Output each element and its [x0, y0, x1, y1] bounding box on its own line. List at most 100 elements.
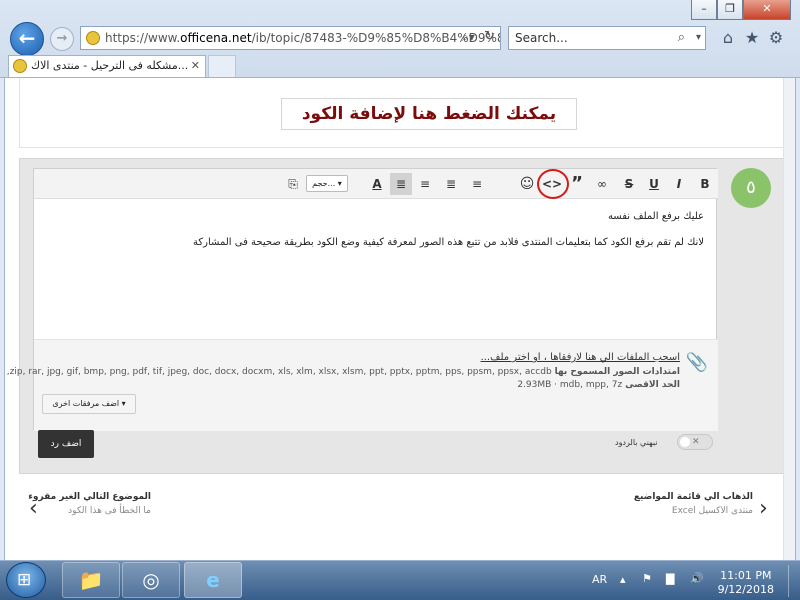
drag-label: اسحب الملفات الي هنا لارفقاها ، او — [529, 352, 680, 363]
ie-icon: e — [206, 568, 220, 592]
chevron-right-icon[interactable]: › — [759, 496, 768, 521]
align-center-icon: ≡ — [419, 177, 431, 191]
notify-replies-label: نبهني بالردود — [615, 438, 658, 447]
reply-editor: B I U S ∞ ” <> ☺ ≡ ≣ ≡ ≣ A حجم... ▾ ⎘ عل… — [7, 168, 718, 431]
search-icon[interactable]: ⌕ — [678, 27, 685, 49]
notify-toggle[interactable]: ✕ — [677, 434, 713, 450]
more-attachments-button[interactable]: اضف مرفقات اخرى ▾ — [42, 394, 136, 414]
show-desktop-button[interactable] — [788, 565, 800, 597]
allowed-types-2: mdb, mpp, 7z — [559, 380, 623, 390]
smiley-icon: ☺ — [519, 176, 535, 192]
clock[interactable]: 11:01 PM 9/12/2018 — [718, 569, 774, 597]
back-to-topics-link[interactable]: الذهاب الي قائمة المواضيع منتدى الاكسيل … — [634, 492, 753, 516]
link-icon: ∞ — [597, 177, 607, 191]
forward-button[interactable]: → — [50, 27, 74, 51]
show-hidden-icons[interactable]: ▴ — [620, 573, 626, 586]
allowed-label: امتدادات الصور المسموح بها — [554, 367, 680, 377]
font-size-select[interactable]: حجم... ▾ — [306, 175, 348, 192]
quote-button[interactable]: ” — [566, 173, 588, 195]
font-size-label: حجم... — [312, 179, 336, 188]
search-input[interactable]: Search... ⌕ ▾ — [508, 26, 706, 50]
chrome-icon: ◎ — [142, 568, 160, 592]
new-tab-button[interactable] — [208, 55, 236, 77]
taskbar-explorer[interactable]: 📁 — [62, 562, 120, 598]
align-left-icon: ≣ — [445, 177, 457, 191]
attach-drag-text: اسحب الملفات الي هنا لارفقاها ، او اختر … — [481, 352, 680, 363]
max-value: 2.93MB — [517, 380, 552, 390]
close-button[interactable]: ✕ — [743, 0, 791, 20]
tab-title: مشكله فى الترحيل - منتدى الاك... — [31, 59, 189, 72]
underline-button[interactable]: U — [643, 173, 665, 195]
max-label: الحد الاقصى — [625, 380, 680, 390]
source-icon: ⎘ — [288, 177, 298, 191]
link-button[interactable]: ∞ — [591, 173, 613, 195]
chevron-down-icon[interactable]: ▾ — [696, 27, 701, 49]
editor-toolbar: B I U S ∞ ” <> ☺ ≡ ≣ ≡ ≣ A حجم... ▾ ⎘ — [34, 169, 718, 199]
network-icon[interactable]: ▇ — [666, 572, 674, 585]
clock-time: 11:01 PM — [720, 569, 772, 582]
more-attachments-label: اضف مرفقات اخرى — [52, 399, 120, 408]
paperclip-icon: 📎 — [685, 352, 708, 373]
refresh-icon[interactable]: ↻ — [484, 29, 495, 44]
next-unread-subtitle: ما الخطأ فى هذا الكود — [68, 506, 151, 516]
source-button[interactable]: ⎘ — [282, 173, 304, 195]
address-bar[interactable]: https://www.officena.net/ib/topic/87483-… — [80, 26, 501, 50]
favorites-star-icon[interactable]: ★ — [742, 28, 762, 48]
search-dropdown-icon[interactable]: ⌕▾ — [462, 30, 475, 45]
submit-reply-button[interactable]: اضف رد — [38, 430, 94, 458]
next-unread-title: الموضوع التالي الغير مقروء — [28, 492, 151, 502]
align-center-button[interactable]: ≡ — [414, 173, 436, 195]
max-size: الحد الاقصى 2.93MB · mdb, mpp, 7z — [517, 380, 680, 390]
list-icon: ≡ — [471, 177, 483, 191]
next-unread-link[interactable]: الموضوع التالي الغير مقروء ما الخطأ فى ه… — [28, 492, 151, 516]
quote-icon: ” — [571, 173, 583, 194]
taskbar-ie[interactable]: e — [184, 562, 242, 598]
restore-button[interactable]: ❐ — [717, 0, 743, 20]
text-color-button[interactable]: A — [366, 173, 388, 195]
editor-line-2[interactable]: لانك لم تقم برفع الكود كما بتعليمات المن… — [193, 237, 704, 248]
browser-chrome: – ❐ ✕ ← → https://www.officena.net/ib/to… — [0, 0, 800, 78]
web-page: يمكنك الضغط هنا لإضافة الكود ٥ B I U S ∞… — [4, 78, 796, 560]
choose-file-link[interactable]: اختر ملف... — [481, 352, 530, 363]
taskbar-chrome[interactable]: ◎ — [122, 562, 180, 598]
align-left-button[interactable]: ≣ — [440, 173, 462, 195]
start-button[interactable]: ⊞ — [6, 562, 46, 598]
bold-button[interactable]: B — [694, 173, 716, 195]
search-placeholder: Search... — [515, 31, 568, 45]
arrow-right-icon: → — [56, 31, 68, 46]
attachments-area: 📎 اسحب الملفات الي هنا لارفقاها ، او اخت… — [7, 339, 718, 431]
close-tab-icon[interactable]: ✕ — [191, 56, 200, 76]
back-to-topics-title: الذهاب الي قائمة المواضيع — [633, 492, 753, 502]
home-icon[interactable]: ⌂ — [718, 28, 738, 48]
toggle-x-icon: ✕ — [692, 437, 700, 447]
italic-button[interactable]: I — [668, 173, 690, 195]
clock-date: 9/12/2018 — [717, 583, 774, 596]
code-highlight-ring — [537, 169, 569, 199]
url-prefix: https://www. — [105, 31, 181, 45]
align-right-icon: ≣ — [395, 177, 407, 191]
emoji-button[interactable]: ☺ — [516, 173, 538, 195]
windows-logo-icon: ⊞ — [17, 570, 32, 590]
allowed-types: zip, rar, jpg, gif, bmp, png, pdf, tif, … — [6, 367, 552, 377]
gear-icon[interactable]: ⚙ — [766, 28, 786, 48]
volume-icon[interactable]: 🔊 — [690, 572, 704, 585]
code-hint-callout: يمكنك الضغط هنا لإضافة الكود — [281, 98, 577, 130]
arrow-left-icon: ← — [18, 26, 36, 50]
align-right-button[interactable]: ≣ — [390, 173, 412, 195]
tab-favicon-icon — [13, 59, 27, 73]
system-tray: AR ▴ ⚑ ▇ 🔊 11:01 PM 9/12/2018 — [590, 565, 800, 597]
list-button[interactable]: ≡ — [466, 173, 488, 195]
flag-icon[interactable]: ⚑ — [642, 572, 652, 585]
minimize-button[interactable]: – — [691, 0, 717, 20]
editor-line-1[interactable]: عليك برفع الملف نفسه — [608, 211, 704, 222]
back-button[interactable]: ← — [10, 22, 44, 56]
page-scrollbar[interactable] — [783, 78, 795, 560]
language-indicator[interactable]: AR — [592, 573, 607, 586]
strikethrough-button[interactable]: S — [618, 173, 640, 195]
back-to-topics-subtitle: منتدى الاكسيل Excel — [671, 506, 753, 516]
post-number-badge: ٥ — [731, 168, 771, 208]
allowed-extensions: امتدادات الصور المسموح بها zip, rar, jpg… — [7, 367, 680, 377]
text-color-icon: A — [372, 177, 382, 191]
folder-icon: 📁 — [78, 568, 104, 592]
tab-active[interactable]: مشكله فى الترحيل - منتدى الاك... ✕ — [8, 55, 206, 77]
